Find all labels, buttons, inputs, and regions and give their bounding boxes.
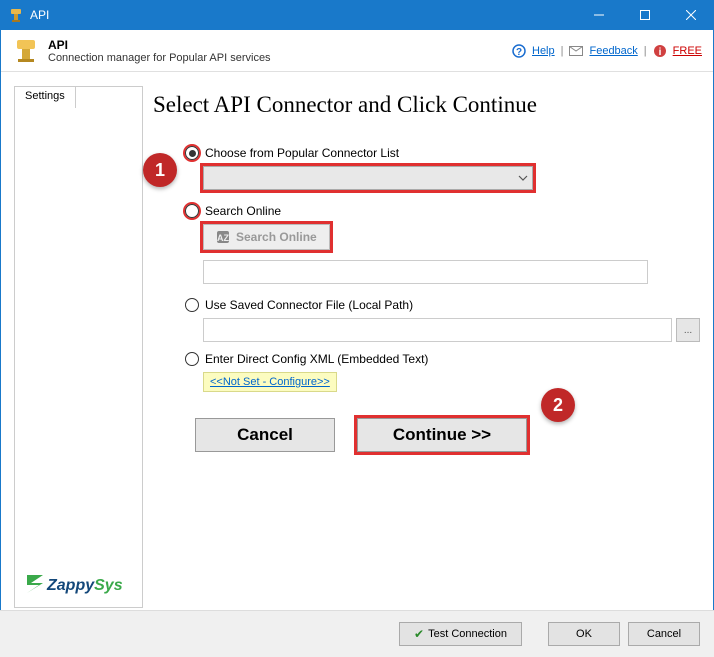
test-connection-button[interactable]: ✔ Test Connection (399, 622, 522, 646)
ok-button[interactable]: OK (548, 622, 620, 646)
svg-text:?: ? (516, 47, 522, 58)
free-link[interactable]: FREE (673, 45, 702, 57)
maximize-button[interactable] (622, 0, 668, 30)
svg-text:i: i (658, 47, 661, 58)
radio-direct-xml-label: Enter Direct Config XML (Embedded Text) (205, 352, 428, 366)
search-online-button[interactable]: AZ Search Online (203, 224, 330, 250)
api-icon (12, 37, 40, 65)
search-online-input[interactable] (203, 260, 648, 284)
cancel-button[interactable]: Cancel (195, 418, 335, 452)
window-title: API (30, 8, 576, 22)
header: API Connection manager for Popular API s… (0, 30, 714, 72)
tab-settings[interactable]: Settings (14, 86, 76, 108)
header-subtitle: Connection manager for Popular API servi… (48, 52, 271, 64)
feedback-link[interactable]: Feedback (589, 45, 637, 57)
browse-button[interactable]: ... (676, 318, 700, 342)
radio-search-online-label: Search Online (205, 204, 281, 218)
info-icon: i (653, 44, 667, 58)
footer-cancel-button[interactable]: Cancel (628, 622, 700, 646)
zappysys-logo: ZappySys (25, 571, 130, 597)
page-title: Select API Connector and Click Continue (151, 92, 700, 118)
radio-popular-list-label: Choose from Popular Connector List (205, 146, 399, 160)
radio-saved-file[interactable] (185, 298, 199, 312)
close-button[interactable] (668, 0, 714, 30)
titlebar: API (0, 0, 714, 30)
footer: ✔ Test Connection OK Cancel (0, 610, 714, 657)
svg-text:AZ: AZ (217, 233, 229, 243)
radio-direct-xml[interactable] (185, 352, 199, 366)
help-icon: ? (512, 44, 526, 58)
chevron-down-icon (518, 175, 528, 181)
check-icon: ✔ (414, 627, 424, 641)
step-badge-2: 2 (541, 388, 575, 422)
configure-xml-link[interactable]: <<Not Set - Configure>> (203, 372, 337, 392)
connector-dropdown[interactable] (203, 166, 533, 190)
radio-saved-file-label: Use Saved Connector File (Local Path) (205, 298, 413, 312)
mail-icon (569, 46, 583, 56)
app-icon (8, 7, 24, 23)
header-title: API (48, 38, 271, 52)
svg-text:ZappySys: ZappySys (46, 577, 123, 594)
radio-search-online[interactable] (185, 204, 199, 218)
sidebar: Settings ZappySys (14, 86, 143, 608)
help-link[interactable]: Help (532, 45, 555, 57)
radio-popular-list[interactable] (185, 146, 199, 160)
search-online-icon: AZ (216, 230, 230, 244)
saved-file-path-input[interactable] (203, 318, 672, 342)
content: Select API Connector and Click Continue … (151, 86, 700, 608)
test-connection-label: Test Connection (428, 628, 507, 640)
search-online-button-label: Search Online (236, 230, 317, 244)
minimize-button[interactable] (576, 0, 622, 30)
continue-button[interactable]: Continue >> (357, 418, 527, 452)
